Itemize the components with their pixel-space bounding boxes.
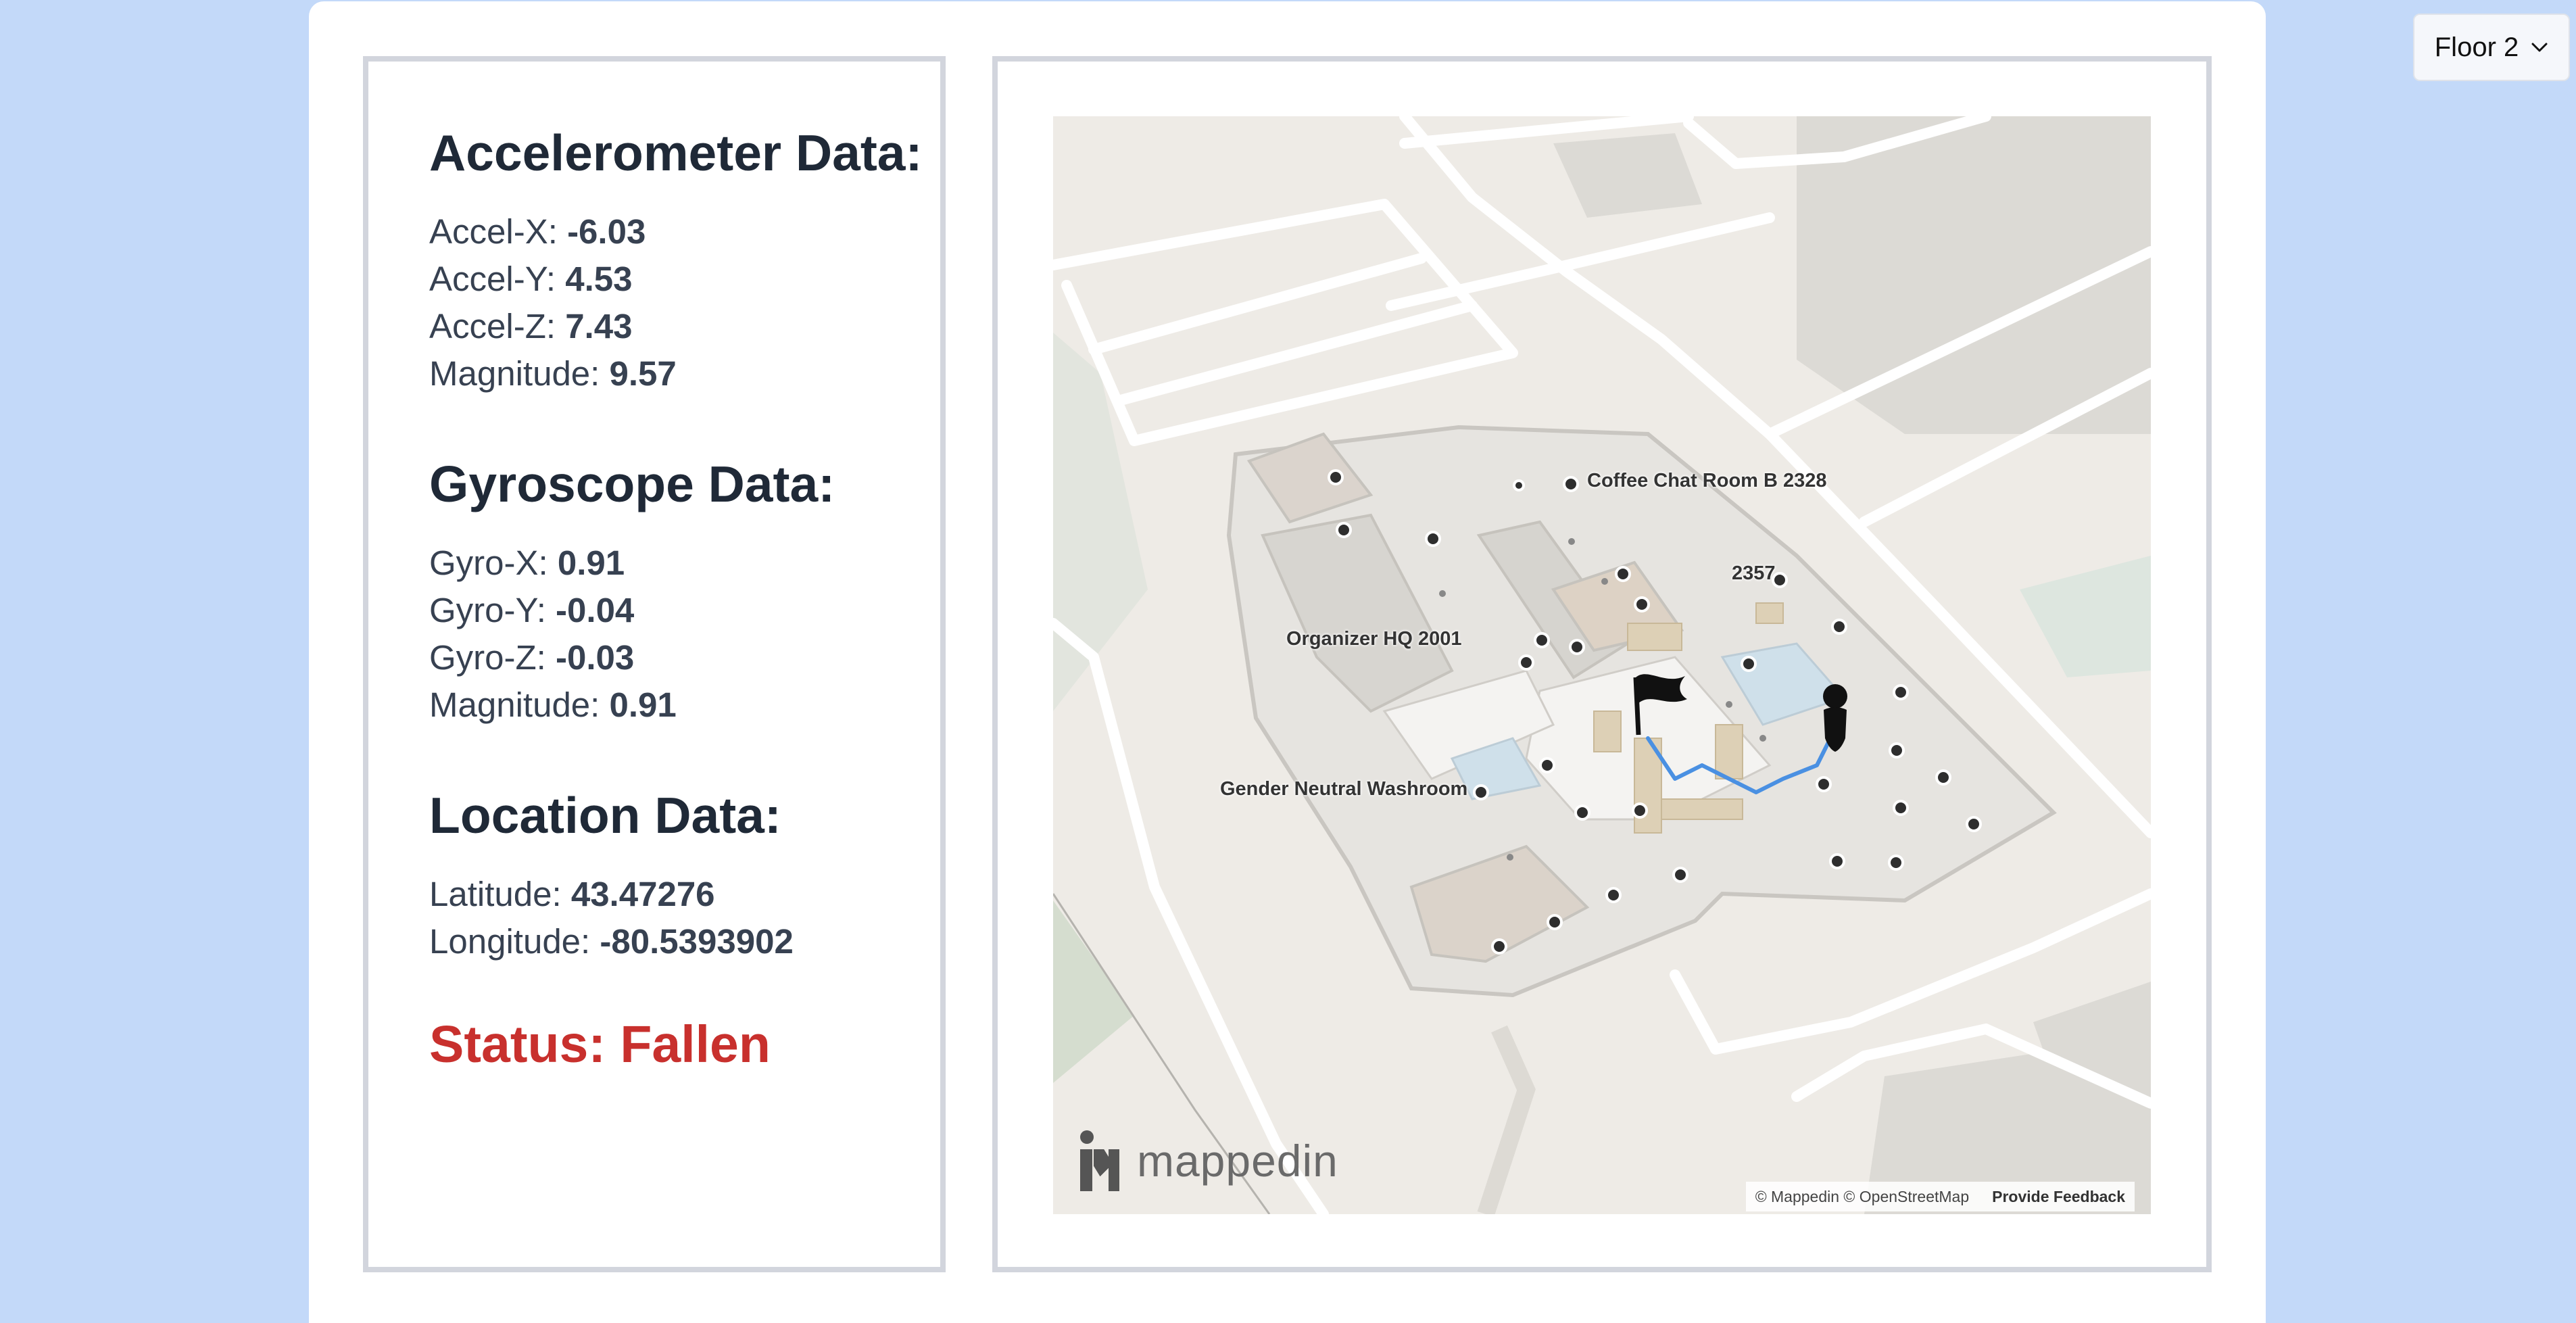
- accel-x-value: -6.03: [567, 212, 646, 251]
- map-attribution: © Mappedin © OpenStreetMap Provide Feedb…: [1745, 1182, 2135, 1211]
- indoor-map[interactable]: Coffee Chat Room B 2328 2357 Organizer H…: [1053, 116, 2151, 1214]
- gyro-z-row: Gyro-Z: -0.03: [429, 638, 634, 677]
- gyro-y-row: Gyro-Y: -0.04: [429, 590, 634, 630]
- accel-x-row: Accel-X: -6.03: [429, 212, 646, 251]
- map-label-coffee-chat[interactable]: Coffee Chat Room B 2328: [1587, 470, 1827, 492]
- accel-magnitude-label: Magnitude:: [429, 354, 610, 393]
- gyro-y-label: Gyro-Y:: [429, 591, 556, 629]
- park-area: [1053, 333, 1148, 711]
- location-heading: Location Data:: [429, 787, 781, 844]
- accel-y-label: Accel-Y:: [429, 260, 566, 298]
- latitude-label: Latitude:: [429, 875, 571, 913]
- accelerometer-heading: Accelerometer Data:: [429, 124, 923, 181]
- gyroscope-heading: Gyroscope Data:: [429, 456, 835, 512]
- accel-z-row: Accel-Z: 7.43: [429, 306, 632, 346]
- user-location-icon: [1823, 684, 1847, 752]
- chevron-down-icon: [2531, 43, 2548, 52]
- gyro-y-value: -0.04: [556, 591, 635, 629]
- fall-status: Status: Fallen: [429, 1015, 771, 1074]
- park-area: [2020, 556, 2151, 677]
- mappedin-logo: mappedin: [1080, 1127, 1338, 1195]
- provide-feedback-link[interactable]: Provide Feedback: [1992, 1188, 2125, 1206]
- mappedin-logo-text: mappedin: [1137, 1136, 1338, 1186]
- gyro-x-value: 0.91: [557, 544, 625, 582]
- gyro-z-value: -0.03: [556, 638, 635, 677]
- gyro-x-row: Gyro-X: 0.91: [429, 543, 625, 583]
- map-label-organizer-hq[interactable]: Organizer HQ 2001: [1286, 628, 1462, 650]
- accel-y-value: 4.53: [565, 260, 633, 298]
- park-area: [1053, 900, 1134, 1083]
- parcel-block: [1553, 133, 1702, 218]
- accel-magnitude-row: Magnitude: 9.57: [429, 354, 677, 393]
- map-label-washroom[interactable]: Gender Neutral Washroom: [1220, 778, 1467, 800]
- longitude-label: Longitude:: [429, 922, 600, 961]
- accel-magnitude-value: 9.57: [609, 354, 677, 393]
- gyro-magnitude-label: Magnitude:: [429, 685, 610, 724]
- map-label-2357[interactable]: 2357: [1732, 562, 1776, 585]
- latitude-row: Latitude: 43.47276: [429, 874, 715, 914]
- accel-x-label: Accel-X:: [429, 212, 568, 251]
- gyro-magnitude-row: Magnitude: 0.91: [429, 685, 677, 725]
- floor-selector[interactable]: Floor 2: [2413, 14, 2570, 81]
- accel-z-label: Accel-Z:: [429, 307, 566, 345]
- gyro-z-label: Gyro-Z:: [429, 638, 556, 677]
- floor-selector-value: Floor 2: [2434, 32, 2519, 62]
- mappedin-logo-icon: [1080, 1130, 1119, 1191]
- path: [1477, 1025, 1536, 1214]
- sensor-panel: Accelerometer Data: Accel-X: -6.03 Accel…: [363, 56, 946, 1272]
- gyro-x-label: Gyro-X:: [429, 544, 558, 582]
- longitude-row: Longitude: -80.5393902: [429, 921, 794, 961]
- gyro-magnitude-value: 0.91: [609, 685, 677, 724]
- accel-y-row: Accel-Y: 4.53: [429, 259, 633, 299]
- latitude-value: 43.47276: [570, 875, 715, 913]
- map-canvas[interactable]: [1053, 116, 2151, 1214]
- attribution-text[interactable]: © Mappedin © OpenStreetMap: [1755, 1188, 1969, 1206]
- longitude-value: -80.5393902: [600, 922, 794, 961]
- accel-z-value: 7.43: [565, 307, 633, 345]
